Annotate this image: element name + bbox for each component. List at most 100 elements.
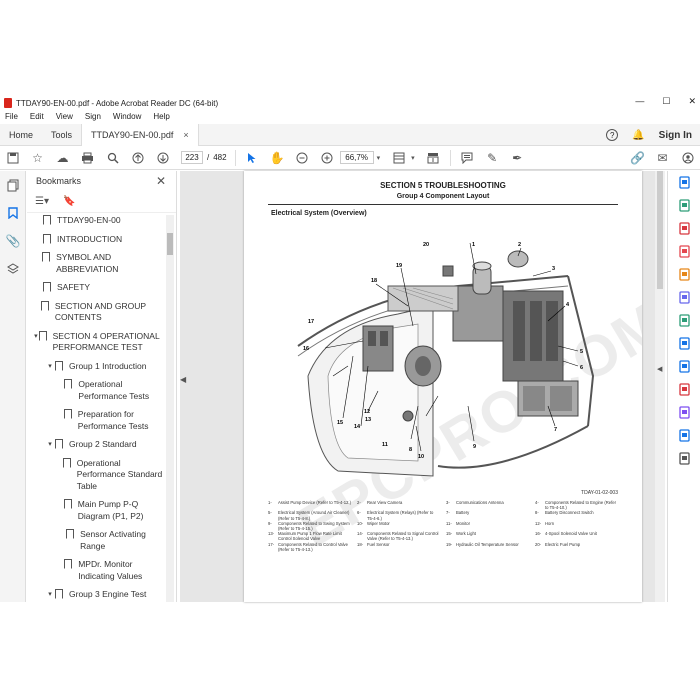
zoom-out-icon[interactable] xyxy=(290,146,315,170)
send-icon[interactable] xyxy=(668,424,700,447)
bookmark-item[interactable]: SECTION AND GROUP CONTENTS xyxy=(27,300,165,324)
expand-chevron-icon[interactable]: ▾ xyxy=(45,361,55,373)
email-icon[interactable]: ✉ xyxy=(650,146,675,170)
legend-text: Battery Disconnect Switch xyxy=(545,510,594,516)
zoom-dropdown-chevron-icon[interactable]: ▾ xyxy=(377,154,381,162)
bookmark-item[interactable]: Operational Performance Tests xyxy=(27,379,165,402)
menu-edit[interactable]: Edit xyxy=(30,112,44,124)
tab-home-label: Home xyxy=(9,129,34,140)
sign-in-button[interactable]: Sign In xyxy=(659,130,692,141)
bookmark-item[interactable]: Sensor Activating Range xyxy=(27,529,165,552)
legend-entry: 17- Components Related to Control Valve (… xyxy=(268,542,351,552)
bookmark-item[interactable]: ▾ Group 3 Engine Test xyxy=(27,589,165,601)
bookmarks-toolbar: ☰▾ 🔖 xyxy=(27,191,176,213)
zoom-in-icon[interactable] xyxy=(315,146,340,170)
scroll-right-arrow-icon[interactable]: ◀ xyxy=(657,365,662,373)
legend-text: Horn xyxy=(545,520,555,526)
minimize-button[interactable]: — xyxy=(635,96,644,107)
callout-4: 4 xyxy=(566,302,570,308)
menu-file[interactable]: File xyxy=(5,112,18,124)
attachment-icon[interactable]: 📎 xyxy=(0,227,26,255)
bookmark-item[interactable]: ▾ SECTION 4 OPERATIONAL PERFORMANCE TEST xyxy=(27,330,165,354)
copy-pages-icon[interactable] xyxy=(0,171,26,199)
callout-18: 18 xyxy=(371,278,377,284)
tab-home[interactable]: Home xyxy=(0,124,42,146)
save-icon[interactable] xyxy=(0,146,25,170)
bookmark-item[interactable]: MPDr. Monitor Indicating Values xyxy=(27,559,165,582)
document-scrollbar[interactable]: ◀ xyxy=(655,171,665,602)
options-menu-icon[interactable]: ☰▾ xyxy=(35,196,49,207)
bookmark-item[interactable]: Main Pump P-Q Diagram (P1, P2) xyxy=(27,499,165,522)
help-icon[interactable]: ? xyxy=(606,129,619,141)
close-window-button[interactable]: ✕ xyxy=(688,96,696,107)
tab-document-label: TTDAY90-EN-00.pdf xyxy=(91,129,174,140)
upload-cloud-icon[interactable]: ☁ xyxy=(50,146,75,170)
highlight-pen-icon[interactable]: ✎ xyxy=(480,146,505,170)
menu-window[interactable]: Window xyxy=(113,112,141,124)
zoom-level-field[interactable]: 66,7% xyxy=(339,151,374,164)
print-icon[interactable] xyxy=(75,146,100,170)
fill-icon[interactable] xyxy=(668,401,700,424)
sign-pen-icon[interactable]: ✒ xyxy=(505,146,530,170)
star-icon[interactable]: ☆ xyxy=(25,146,50,170)
more-tools-icon[interactable] xyxy=(668,447,700,470)
bookmark-item[interactable]: Operational Performance Standard Table xyxy=(27,457,165,493)
callout-8: 8 xyxy=(409,447,412,453)
legend-entry: 9- Components Related to Swing System (Re… xyxy=(268,521,351,531)
comment-icon[interactable] xyxy=(455,146,480,170)
compress-icon[interactable] xyxy=(668,378,700,401)
comment-icon[interactable] xyxy=(668,263,700,286)
legend-text: Components Related to Control Valve (Ref… xyxy=(278,541,348,552)
bookmark-item[interactable]: ▾ Group 1 Introduction xyxy=(27,360,165,373)
page-up-icon[interactable] xyxy=(125,146,150,170)
callout-11: 11 xyxy=(382,442,388,448)
bookmark-item[interactable]: SAFETY xyxy=(27,282,165,294)
edit-pdf-icon[interactable] xyxy=(668,240,700,263)
bookmark-item[interactable]: INTRODUCTION xyxy=(27,233,165,246)
collapse-panel-arrow-icon[interactable]: ◀ xyxy=(180,375,186,384)
create-pdf-icon[interactable] xyxy=(668,309,700,332)
page-down-icon[interactable] xyxy=(150,146,175,170)
select-cursor-icon[interactable] xyxy=(240,146,265,170)
close-tab-icon[interactable]: × xyxy=(183,130,188,140)
menu-help[interactable]: Help xyxy=(153,112,169,124)
scroll-mode-icon[interactable] xyxy=(421,146,446,170)
link-icon[interactable]: 🔗 xyxy=(625,146,650,170)
enhance-icon[interactable] xyxy=(668,332,700,355)
protect-icon[interactable] xyxy=(668,355,700,378)
page-number-input[interactable]: 223 xyxy=(181,151,203,164)
fill-sign-icon[interactable] xyxy=(668,286,700,309)
tab-document[interactable]: TTDAY90-EN-00.pdf × xyxy=(81,123,199,146)
tab-tools[interactable]: Tools xyxy=(42,124,81,146)
bell-icon[interactable]: 🔔 xyxy=(632,130,644,141)
export-pdf-icon[interactable] xyxy=(668,194,700,217)
bookmark-label: Group 2 Standard xyxy=(69,439,137,449)
maximize-button[interactable]: ☐ xyxy=(662,96,670,107)
close-panel-icon[interactable]: ✕ xyxy=(156,174,166,188)
search-zoom-icon[interactable] xyxy=(668,171,700,194)
bookmark-icon[interactable] xyxy=(0,199,26,227)
bookmark-ribbon-icon xyxy=(66,529,75,539)
layout-dropdown-chevron-icon[interactable]: ▾ xyxy=(411,154,415,162)
bookmark-item[interactable]: SYMBOL AND ABBREVIATION xyxy=(27,252,165,275)
menu-view[interactable]: View xyxy=(56,112,73,124)
find-bookmark-icon[interactable]: 🔖 xyxy=(63,196,75,207)
page-layout-icon[interactable] xyxy=(386,146,411,170)
share-user-icon[interactable] xyxy=(675,146,700,170)
menu-sign[interactable]: Sign xyxy=(85,112,101,124)
organize-icon[interactable] xyxy=(668,217,700,240)
bookmark-scrollbar[interactable] xyxy=(166,215,174,602)
hand-tool-icon[interactable]: ✋ xyxy=(265,146,290,170)
bookmark-item[interactable]: ▾ Group 2 Standard xyxy=(27,439,165,451)
bookmark-label: Preparation for Performance Tests xyxy=(77,409,149,431)
bookmark-item[interactable]: Preparation for Performance Tests xyxy=(27,409,165,432)
expand-chevron-icon[interactable]: ▾ xyxy=(45,589,55,601)
expand-chevron-icon[interactable]: ▾ xyxy=(45,439,55,451)
bookmark-label: Main Pump P-Q Diagram (P1, P2) xyxy=(77,499,144,521)
layers-icon[interactable] xyxy=(0,255,26,283)
bookmark-item[interactable]: TTDAY90-EN-00 xyxy=(27,215,165,227)
bookmark-scroll-thumb[interactable] xyxy=(167,233,173,255)
document-scroll-thumb[interactable] xyxy=(657,171,663,289)
legend-entry: 16- 4-Spool Solenoid Valve Unit xyxy=(535,531,618,541)
zoom-find-icon[interactable] xyxy=(100,146,125,170)
